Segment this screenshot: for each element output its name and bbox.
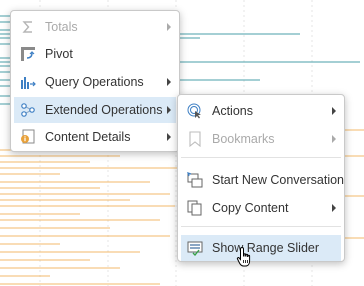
menu-item-show-range-slider[interactable]: Show Range Slider bbox=[181, 235, 341, 261]
chevron-right-icon bbox=[167, 106, 171, 114]
menu-item-label: Totals bbox=[45, 20, 78, 34]
new-conversation-icon bbox=[187, 172, 203, 188]
menu-item-bookmarks[interactable]: Bookmarks bbox=[181, 126, 341, 152]
menu-item-actions[interactable]: Actions bbox=[181, 98, 341, 124]
menu-item-label: Query Operations bbox=[45, 75, 144, 89]
actions-icon bbox=[187, 103, 203, 119]
content-details-icon bbox=[20, 129, 36, 145]
menu-item-totals[interactable]: Totals bbox=[14, 14, 176, 40]
extended-operations-icon bbox=[20, 102, 36, 118]
chevron-right-icon bbox=[332, 204, 336, 212]
sigma-icon bbox=[20, 19, 36, 35]
menu-item-label: Copy Content bbox=[212, 201, 289, 215]
menu-item-pivot[interactable]: Pivot bbox=[14, 41, 176, 67]
menu-item-copy-content[interactable]: Copy Content bbox=[181, 195, 341, 221]
menu-item-label: Extended Operations bbox=[45, 103, 163, 117]
menu-item-start-new-conversation[interactable]: Start New Conversation bbox=[181, 167, 345, 193]
menu-item-label: Start New Conversation bbox=[212, 173, 345, 187]
extended-operations-submenu: Actions Bookmarks Start New Conversation bbox=[177, 94, 345, 262]
menu-item-query-operations[interactable]: Query Operations bbox=[14, 69, 176, 95]
hand-cursor-icon bbox=[236, 246, 251, 267]
bookmark-icon bbox=[187, 131, 203, 147]
menu-item-label: Bookmarks bbox=[212, 132, 275, 146]
chevron-right-icon bbox=[167, 78, 171, 86]
menu-item-label: Show Range Slider bbox=[212, 241, 320, 255]
chevron-right-icon bbox=[332, 107, 336, 115]
menu-separator bbox=[181, 157, 341, 158]
context-menu: Totals Pivot Query Operations Extended O… bbox=[10, 10, 180, 152]
menu-item-label: Pivot bbox=[45, 47, 73, 61]
menu-item-label: Content Details bbox=[45, 130, 131, 144]
chevron-right-icon bbox=[167, 23, 171, 31]
pivot-icon bbox=[20, 46, 36, 62]
menu-separator bbox=[181, 226, 341, 227]
menu-item-extended-operations[interactable]: Extended Operations bbox=[14, 97, 176, 123]
menu-item-content-details[interactable]: Content Details bbox=[14, 124, 176, 150]
copy-icon bbox=[187, 200, 203, 216]
query-operations-icon bbox=[20, 74, 36, 90]
chevron-right-icon bbox=[167, 133, 171, 141]
chevron-right-icon bbox=[332, 135, 336, 143]
range-slider-icon bbox=[187, 240, 203, 256]
menu-item-label: Actions bbox=[212, 104, 253, 118]
